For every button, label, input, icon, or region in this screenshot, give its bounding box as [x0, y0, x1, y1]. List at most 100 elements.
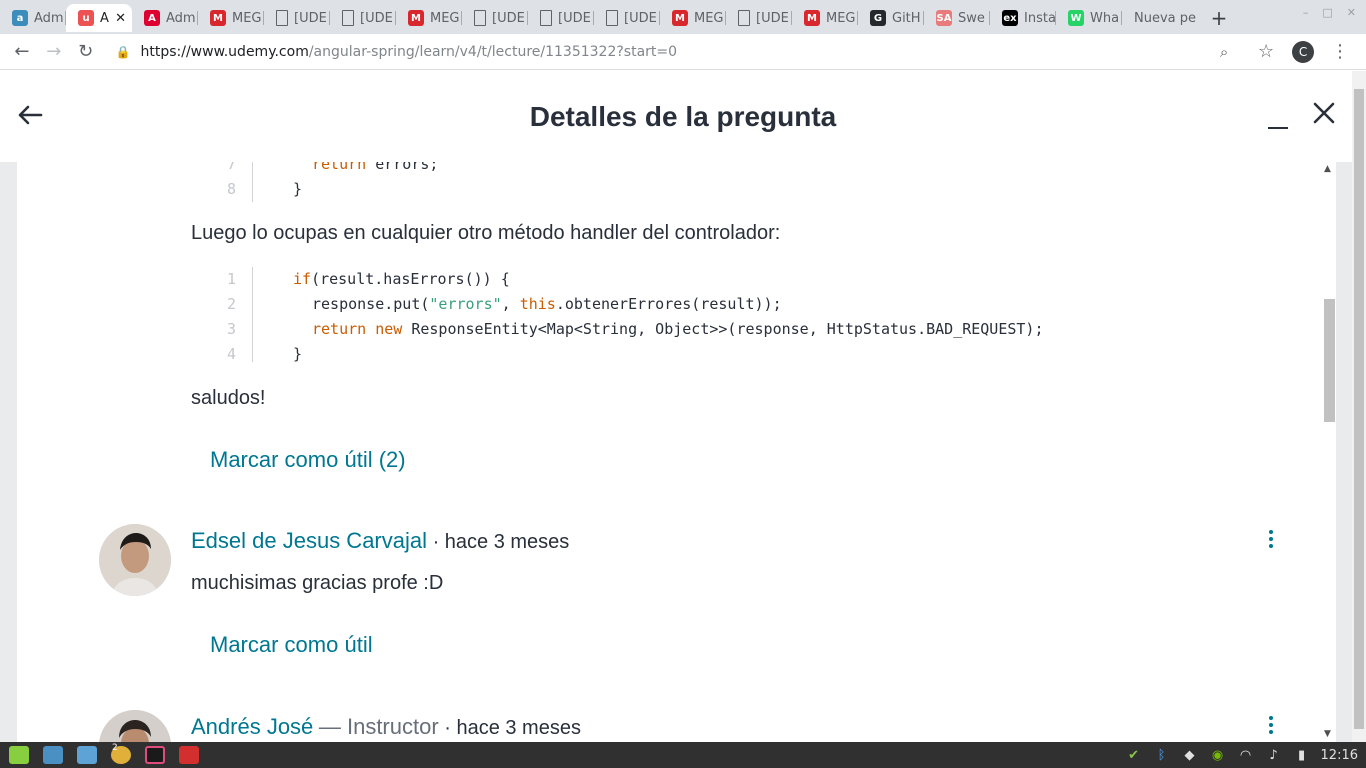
more-options-icon[interactable] [1267, 530, 1275, 548]
tab-title: [UDE [756, 10, 788, 26]
mega-icon: M [804, 10, 820, 26]
maximize-window-icon[interactable]: □ [1322, 6, 1332, 19]
wifi-icon[interactable]: ◠ [1237, 747, 1255, 763]
tab-title: MEG [694, 10, 724, 26]
browser-tab[interactable]: [UDE [330, 4, 396, 32]
back-arrow-icon[interactable] [16, 101, 44, 129]
instructor-badge: — Instructor [318, 714, 439, 739]
intellij-icon[interactable] [140, 743, 170, 767]
browser-tab[interactable]: M MEG [792, 4, 858, 32]
files-icon[interactable] [72, 743, 102, 767]
avatar[interactable] [99, 710, 171, 742]
browser-tab[interactable]: W Wha [1056, 4, 1122, 32]
browser-tab[interactable]: [UDE [726, 4, 792, 32]
scroll-up-icon[interactable]: ▲ [1324, 164, 1331, 174]
clock[interactable]: 12:16 [1321, 748, 1358, 763]
scrollbar-thumb[interactable] [1324, 299, 1335, 422]
reply-time: · hace 3 meses [444, 717, 581, 739]
line-number: 4 [226, 345, 236, 363]
sa-icon: SA [936, 10, 952, 26]
browser-tab[interactable]: M MEG [396, 4, 462, 32]
show-desktop-icon[interactable] [38, 743, 68, 767]
dropbox-icon[interactable]: ◆ [1181, 747, 1199, 763]
reload-icon[interactable]: ↻ [70, 36, 102, 68]
github-icon: G [870, 10, 886, 26]
page-scrollbar-thumb[interactable] [1354, 89, 1364, 729]
system-tray: ✔ ᛒ ◆ ◉ ◠ ♪ ▮ 12:16 [1125, 747, 1366, 763]
chrome-taskbar-icon[interactable]: 2 [106, 743, 136, 767]
code-line: } [293, 345, 303, 363]
content-scrollbar[interactable] [1322, 162, 1336, 742]
question-detail-content: 7 return errors; 8 } Luego lo ocupas en … [17, 162, 1322, 742]
more-options-icon[interactable] [1267, 716, 1275, 734]
mint-menu-icon[interactable] [4, 743, 34, 767]
profile-avatar[interactable]: C [1292, 40, 1315, 63]
tab-title: MEG [232, 10, 262, 26]
browser-tab[interactable]: [UDE [594, 4, 660, 32]
browser-tab[interactable]: M MEG [660, 4, 726, 32]
page-scrollbar[interactable] [1352, 71, 1366, 742]
tab-title: [UDE [624, 10, 656, 26]
browser-tab[interactable]: ex Insta [990, 4, 1056, 32]
page-icon [342, 10, 354, 26]
tab-title: Adm [166, 10, 196, 26]
browser-tab[interactable]: Nueva pe [1122, 4, 1204, 32]
close-window-icon[interactable]: ✕ [1347, 6, 1356, 19]
minimize-icon[interactable] [1268, 101, 1288, 129]
reply-meta: Andrés José — Instructor · hace 3 meses [191, 714, 581, 740]
page-icon [540, 10, 552, 26]
close-tab-icon[interactable]: ✕ [115, 11, 126, 26]
pdf-reader-icon[interactable] [174, 743, 204, 767]
tab-title: [UDE [558, 10, 590, 26]
menu-icon[interactable]: ⋮ [1324, 36, 1356, 68]
author-link[interactable]: Edsel de Jesus Carvajal [191, 528, 427, 553]
close-icon[interactable] [1310, 101, 1338, 129]
udemy-admin-icon: a [12, 10, 28, 26]
scroll-down-icon[interactable]: ▼ [1324, 729, 1331, 739]
zoom-icon[interactable]: ⌕ [1208, 36, 1240, 68]
udemy-icon: u [78, 10, 94, 26]
ex-icon: ex [1002, 10, 1018, 26]
tab-title: [UDE [294, 10, 326, 26]
tab-title: MEG [430, 10, 460, 26]
browser-tab[interactable]: [UDE [528, 4, 594, 32]
browser-tab[interactable]: [UDE [264, 4, 330, 32]
back-icon[interactable]: ← [6, 36, 38, 68]
nvidia-icon[interactable]: ◉ [1209, 747, 1227, 763]
mark-useful-button[interactable]: Marcar como útil (2) [210, 447, 406, 473]
browser-tab[interactable]: u A ✕ [66, 4, 132, 32]
volume-icon[interactable]: ♪ [1265, 747, 1283, 763]
mark-useful-button[interactable]: Marcar como útil [210, 632, 373, 658]
tab-title: MEG [826, 10, 856, 26]
code-line: if(result.hasErrors()) { [293, 270, 510, 288]
minimize-window-icon[interactable]: – [1303, 6, 1309, 19]
tab-title: GitH [892, 10, 921, 26]
browser-tab[interactable]: G GitH [858, 4, 924, 32]
reply-body: muchisimas gracias profe :D [191, 572, 444, 594]
browser-tab[interactable]: [UDE [462, 4, 528, 32]
browser-tab[interactable]: M MEG [198, 4, 264, 32]
bookmark-star-icon[interactable]: ☆ [1250, 36, 1282, 68]
os-taskbar: 2 ✔ ᛒ ◆ ◉ ◠ ♪ ▮ 12:16 [0, 742, 1366, 768]
avatar[interactable] [99, 524, 171, 596]
browser-tab[interactable]: SA Swe [924, 4, 990, 32]
mega-icon: M [210, 10, 226, 26]
forward-icon[interactable]: → [38, 36, 70, 68]
angular-icon: A [144, 10, 160, 26]
code-line: return new ResponseEntity<Map<String, Ob… [312, 320, 1044, 338]
mega-icon: M [672, 10, 688, 26]
tab-title: Swe [958, 10, 985, 26]
line-number: 3 [226, 320, 236, 338]
bluetooth-icon[interactable]: ᛒ [1153, 747, 1171, 763]
browser-tab[interactable]: A Adm [132, 4, 198, 32]
battery-icon[interactable]: ▮ [1293, 747, 1311, 763]
browser-tab-strip: a Adm u A ✕ A Adm M MEG [UDE [UDE M MEG [UDE [UDE [UDE M… [0, 0, 1366, 34]
new-tab-plus-icon[interactable]: + [1204, 4, 1234, 32]
tab-title: [UDE [360, 10, 392, 26]
browser-tab[interactable]: a Adm [0, 4, 66, 32]
author-link[interactable]: Andrés José [191, 714, 313, 739]
page-icon [738, 10, 750, 26]
shield-icon[interactable]: ✔ [1125, 747, 1143, 763]
address-bar[interactable]: 🔒 https://www.udemy.com/angular-spring/l… [110, 38, 1208, 66]
page-icon [606, 10, 618, 26]
